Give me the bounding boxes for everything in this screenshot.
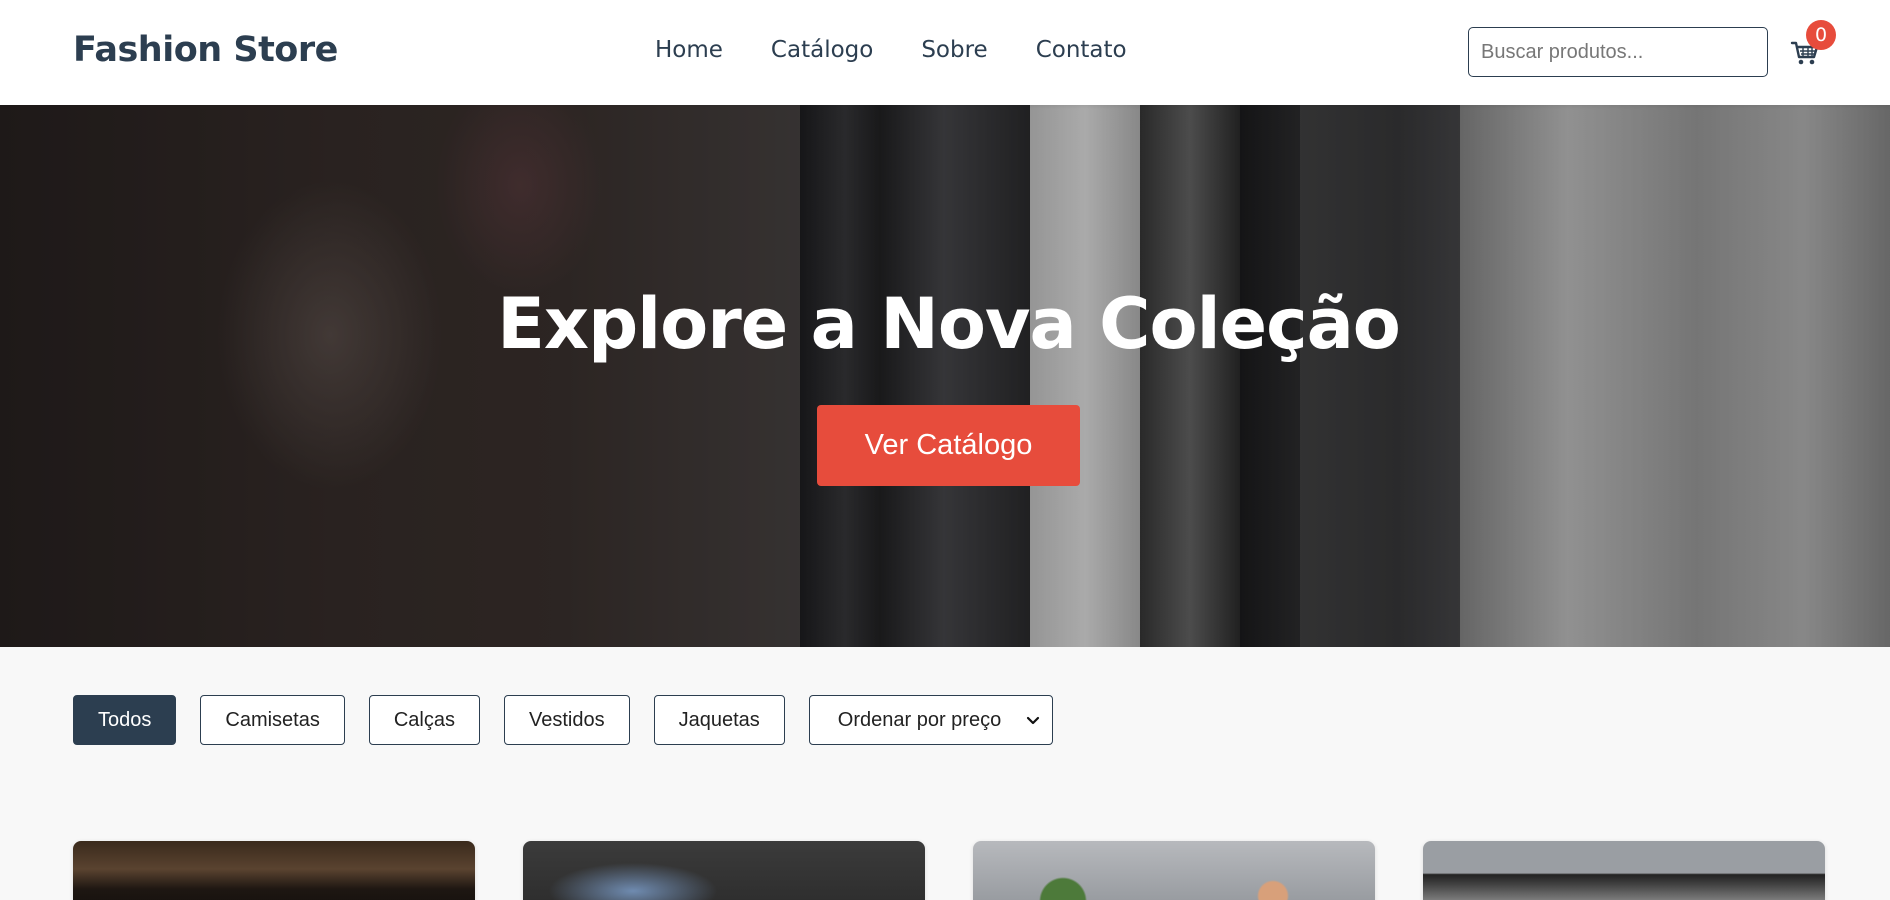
nav-about-link[interactable]: Sobre <box>921 37 987 63</box>
chevron-down-icon <box>1026 716 1039 725</box>
category-filters: Todos Camisetas Calças Vestidos Jaquetas… <box>73 695 1053 745</box>
filter-tshirts-button[interactable]: Camisetas <box>200 695 345 745</box>
hero-title: Explore a Nova Coleção <box>497 283 1401 365</box>
filter-pants-button[interactable]: Calças <box>368 695 480 745</box>
hero-banner: Explore a Nova Coleção Ver Catálogo <box>0 105 1890 647</box>
nav-catalog-link[interactable]: Catálogo <box>771 37 873 63</box>
cart-count-badge: 0 <box>1806 20 1836 50</box>
sort-select[interactable]: Ordenar por preço <box>808 695 1053 745</box>
product-image-jeans <box>523 841 925 900</box>
nav-home-link[interactable]: Home <box>655 37 723 63</box>
site-logo[interactable]: Fashion Store <box>73 30 338 70</box>
product-image-clothing-rack <box>1423 841 1825 900</box>
product-card[interactable] <box>973 841 1375 900</box>
main-nav: Home Catálogo Sobre Contato <box>655 37 1127 63</box>
product-card[interactable] <box>1423 841 1825 900</box>
product-image-shoes <box>73 841 475 900</box>
hero-dark-overlay <box>0 105 1890 647</box>
product-image-plants <box>973 841 1375 900</box>
view-catalog-button[interactable]: Ver Catálogo <box>817 405 1080 486</box>
product-card[interactable] <box>73 841 475 900</box>
filter-dresses-button[interactable]: Vestidos <box>504 695 630 745</box>
search-input[interactable] <box>1468 27 1768 77</box>
sort-selected-value: Ordenar por preço <box>837 708 1002 731</box>
nav-contact-link[interactable]: Contato <box>1036 37 1127 63</box>
product-card[interactable] <box>523 841 925 900</box>
site-header: Fashion Store Home Catálogo Sobre Contat… <box>0 0 1890 105</box>
filter-jackets-button[interactable]: Jaquetas <box>653 695 785 745</box>
filter-all-button[interactable]: Todos <box>73 695 177 745</box>
